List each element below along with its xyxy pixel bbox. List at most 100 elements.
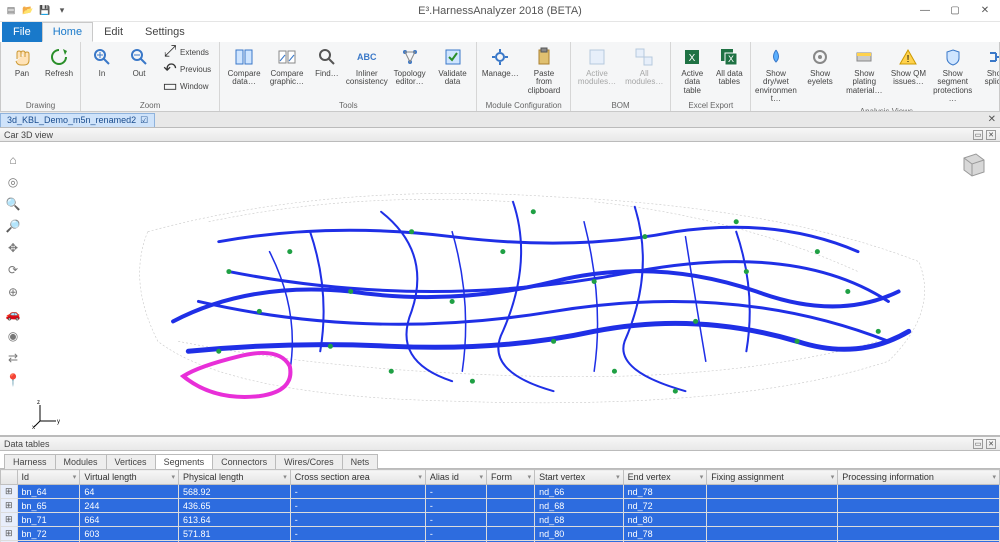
maximize-button[interactable]: ▢ <box>940 0 970 22</box>
row-expand-icon[interactable]: ⊞ <box>1 485 18 499</box>
data-tab-segments[interactable]: Segments <box>155 454 214 469</box>
data-tab-nets[interactable]: Nets <box>342 454 379 469</box>
filter-icon[interactable]: ▾ <box>528 473 532 481</box>
data-tab-wires-cores[interactable]: Wires/Cores <box>275 454 343 469</box>
col-form[interactable]: Form▾ <box>486 470 534 485</box>
rotate-icon[interactable]: ⟳ <box>5 262 21 278</box>
data-panel: Data tables ▭ ✕ HarnessModulesVerticesSe… <box>0 436 1000 542</box>
gear-icon <box>489 46 511 68</box>
filter-icon[interactable]: ▾ <box>479 473 483 481</box>
filter-icon[interactable]: ▾ <box>73 473 77 481</box>
filter-icon[interactable]: ▾ <box>283 473 287 481</box>
manage-button[interactable]: Manage… <box>481 44 519 80</box>
home-icon[interactable]: ⌂ <box>5 152 21 168</box>
bom-all-button[interactable]: All modules… <box>622 44 666 89</box>
data-panel-close-icon[interactable]: ✕ <box>986 439 996 449</box>
data-panel-max-icon[interactable]: ▭ <box>973 439 983 449</box>
panel-close-icon[interactable]: ✕ <box>986 130 996 140</box>
doc-checkbox-icon[interactable]: ☑ <box>140 115 148 126</box>
filter-icon[interactable]: ▾ <box>616 473 620 481</box>
table-row[interactable]: ⊞bn_72603571.81--nd_80nd_78 <box>1 527 1000 541</box>
col-alias-id[interactable]: Alias id▾ <box>425 470 486 485</box>
tab-home[interactable]: Home <box>42 22 93 42</box>
paste-button[interactable]: Paste from clipboard <box>522 44 566 97</box>
table-row[interactable]: ⊞bn_6464568.92--nd_66nd_78 <box>1 485 1000 499</box>
col-fixing-assignment[interactable]: Fixing assignment▾ <box>707 470 838 485</box>
cell-plen: 568.92 <box>178 485 290 499</box>
col-physical-length[interactable]: Physical length▾ <box>178 470 290 485</box>
close-tabs-icon[interactable]: ✕ <box>984 114 1000 125</box>
splices-button[interactable]: Show splices <box>976 44 1000 89</box>
pan-button[interactable]: Pan <box>5 44 39 80</box>
zoom-in-button[interactable]: In <box>85 44 119 80</box>
tab-edit[interactable]: Edit <box>93 22 134 42</box>
car-icon[interactable]: 🚗 <box>5 306 21 322</box>
compare-data-button[interactable]: Compare data… <box>224 44 264 89</box>
bom-active-button[interactable]: Active modules… <box>575 44 619 89</box>
col-start-vertex[interactable]: Start vertex▾ <box>535 470 623 485</box>
filter-icon[interactable]: ▾ <box>171 473 175 481</box>
cell-plen: 436.65 <box>178 499 290 513</box>
minimize-button[interactable]: — <box>910 0 940 22</box>
data-grid[interactable]: Id▾Virtual length▾Physical length▾Cross … <box>0 469 1000 542</box>
qat-open-icon[interactable]: 📂 <box>21 4 35 18</box>
data-tab-vertices[interactable]: Vertices <box>106 454 156 469</box>
segprot-button[interactable]: Show segment protections… <box>932 44 973 106</box>
qat-dropdown-icon[interactable]: ▾ <box>55 4 69 18</box>
filter-icon[interactable]: ▾ <box>992 473 996 481</box>
orientation-cube-icon[interactable] <box>954 150 988 180</box>
zoom-in-tool-icon[interactable]: 🔍 <box>5 196 21 212</box>
eye-icon[interactable]: ◉ <box>5 328 21 344</box>
compare-graphic-button[interactable]: Compare graphic… <box>267 44 307 89</box>
filter-icon[interactable]: ▾ <box>831 473 835 481</box>
filter-icon[interactable]: ▾ <box>418 473 422 481</box>
close-button[interactable]: ✕ <box>970 0 1000 22</box>
plating-button[interactable]: Show plating material… <box>844 44 885 97</box>
data-tab-modules[interactable]: Modules <box>55 454 107 469</box>
qat-new-icon[interactable]: ▤ <box>4 4 18 18</box>
col-processing-information[interactable]: Processing information▾ <box>838 470 1000 485</box>
col-virtual-length[interactable]: Virtual length▾ <box>80 470 179 485</box>
zoom-window-button[interactable]: ▭Window <box>159 78 215 94</box>
row-expand-icon[interactable]: ⊞ <box>1 527 18 541</box>
cell-sv: nd_66 <box>535 485 623 499</box>
target-icon[interactable]: ⊕ <box>5 284 21 300</box>
drywet-button[interactable]: Show dry/wet environment… <box>755 44 796 106</box>
panel-maximize-icon[interactable]: ▭ <box>973 130 983 140</box>
app-title: E³.HarnessAnalyzer 2018 (BETA) <box>418 5 582 17</box>
zoom-previous-button[interactable]: ↶Previous <box>159 61 215 77</box>
col-end-vertex[interactable]: End vertex▾ <box>623 470 707 485</box>
find-button[interactable]: Find… <box>310 44 344 80</box>
excel-active-button[interactable]: XActive data table <box>675 44 709 97</box>
document-tab[interactable]: 3d_KBL_Demo_m5n_renamed2 ☑ <box>0 113 155 127</box>
topology-button[interactable]: Topology editor… <box>390 44 430 89</box>
validate-button[interactable]: Validate data <box>433 44 473 89</box>
data-tab-harness[interactable]: Harness <box>4 454 56 469</box>
marker-icon[interactable]: 📍 <box>5 372 21 388</box>
zoom-out-button[interactable]: Out <box>122 44 156 80</box>
row-expand-icon[interactable]: ⊞ <box>1 499 18 513</box>
data-tab-connectors[interactable]: Connectors <box>212 454 276 469</box>
zoom-out-tool-icon[interactable]: 🔎 <box>5 218 21 234</box>
orbit-icon[interactable]: ◎ <box>5 174 21 190</box>
qm-button[interactable]: !Show QM issues… <box>888 44 929 89</box>
3d-scene[interactable]: z y x <box>26 142 1000 435</box>
inliner-button[interactable]: ABCInliner consistency <box>347 44 387 89</box>
pan-tool-icon[interactable]: ✥ <box>5 240 21 256</box>
tab-settings[interactable]: Settings <box>134 22 196 42</box>
swap-icon[interactable]: ⇄ <box>5 350 21 366</box>
filter-icon[interactable]: ▾ <box>700 473 704 481</box>
col-cross-section-area[interactable]: Cross section area▾ <box>290 470 425 485</box>
table-row[interactable]: ⊞bn_65244436.65--nd_68nd_72 <box>1 499 1000 513</box>
qat-save-icon[interactable]: 💾 <box>38 4 52 18</box>
refresh-button[interactable]: Refresh <box>42 44 76 80</box>
eyelets-button[interactable]: Show eyelets <box>800 44 841 89</box>
table-header-row: Id▾Virtual length▾Physical length▾Cross … <box>1 470 1000 485</box>
table-row[interactable]: ⊞bn_71664613.64--nd_68nd_80 <box>1 513 1000 527</box>
col-id[interactable]: Id▾ <box>17 470 80 485</box>
view3d[interactable]: ⌂ ◎ 🔍 🔎 ✥ ⟳ ⊕ 🚗 ◉ ⇄ 📍 <box>0 142 1000 436</box>
excel-all-button[interactable]: XAll data tables <box>712 44 746 89</box>
zoom-extends-button[interactable]: ⤢Extends <box>159 44 215 60</box>
tab-file[interactable]: File <box>2 22 42 42</box>
row-expand-icon[interactable]: ⊞ <box>1 513 18 527</box>
